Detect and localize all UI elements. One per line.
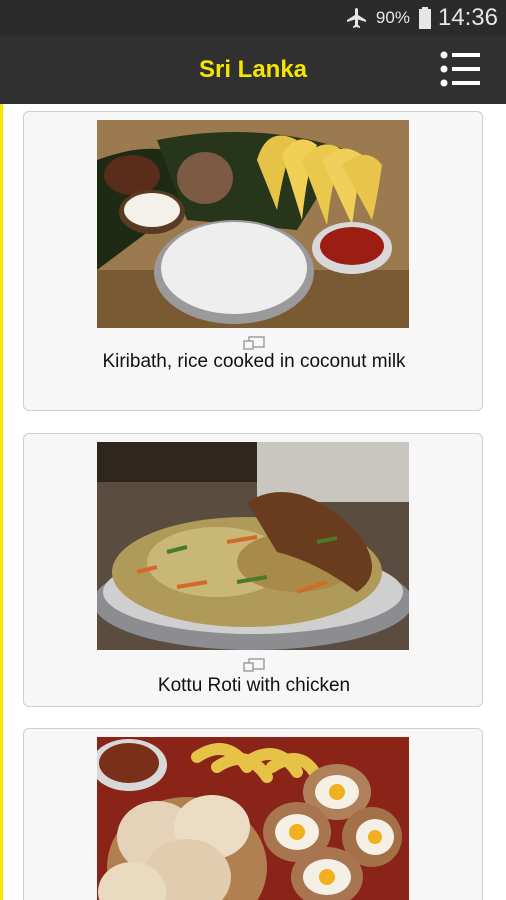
page-title: Sri Lanka — [198, 56, 308, 83]
battery-percent: 90% — [375, 8, 410, 27]
card-caption: Kottu Roti with chicken — [157, 675, 351, 696]
food-card-hoppers[interactable] — [23, 728, 483, 900]
menu-button[interactable] — [440, 50, 482, 90]
kiribath-photo — [97, 120, 409, 328]
hoppers-photo — [97, 737, 409, 900]
app-bar: Sri Lanka — [0, 36, 506, 104]
kottu-roti-photo — [97, 442, 409, 650]
list-menu-icon — [440, 51, 480, 87]
accent-line — [0, 104, 3, 900]
clock: 14:36 — [437, 4, 498, 31]
card-caption: Kiribath, rice cooked in coconut milk — [102, 351, 406, 372]
status-bar: 90% 14:36 — [0, 0, 506, 36]
battery-icon — [418, 6, 432, 30]
food-card-kiribath[interactable]: Kiribath, rice cooked in coconut milk — [23, 111, 483, 411]
airplane-mode-icon — [344, 6, 368, 30]
image-icon — [243, 658, 265, 672]
food-card-kottu-roti[interactable]: Kottu Roti with chicken — [23, 433, 483, 707]
content-list[interactable]: Kiribath, rice cooked in coconut milk Ko… — [0, 104, 506, 900]
